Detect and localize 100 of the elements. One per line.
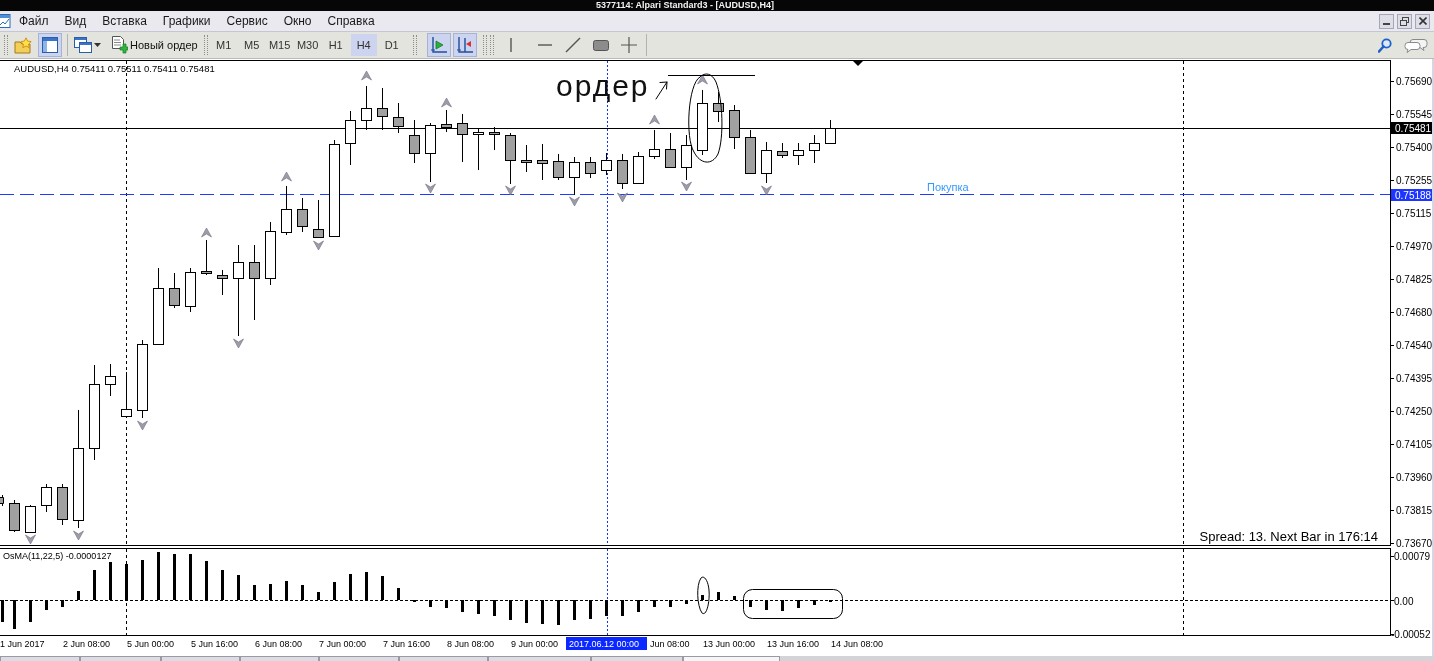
candlestick — [649, 129, 660, 160]
histogram-bar — [797, 600, 800, 608]
price-label: 0.75545 — [1396, 109, 1433, 120]
candlestick — [345, 110, 356, 166]
price-label: 0.74395 — [1396, 373, 1433, 384]
price-label: 0.74680 — [1396, 307, 1433, 318]
histogram-bar — [125, 564, 128, 600]
time-label: 5 Jun 00:00 — [127, 639, 175, 649]
time-label: 7 Jun 16:00 — [383, 639, 431, 649]
candlestick — [553, 153, 564, 181]
candlestick — [569, 156, 580, 196]
timeframe-tab[interactable]: M1 — [210, 34, 237, 56]
histogram-bar — [45, 600, 48, 610]
histogram-bar — [445, 600, 448, 608]
search-icon[interactable] — [1378, 37, 1392, 53]
candlestick — [745, 129, 756, 175]
candlestick — [281, 185, 292, 236]
histogram-bar — [813, 600, 816, 605]
timeframe-tab[interactable]: H4 — [350, 34, 377, 56]
timeframe-tab[interactable]: M15 — [266, 34, 293, 56]
menu-item[interactable]: Файл — [11, 12, 57, 30]
menu-item[interactable]: Окно — [275, 12, 320, 30]
histogram-bar — [717, 592, 720, 600]
crosshair-icon[interactable] — [620, 37, 637, 53]
histogram-bar — [605, 600, 608, 616]
candlestick — [809, 134, 820, 164]
chart-tab[interactable] — [319, 656, 399, 661]
candlestick — [393, 102, 404, 134]
candlestick — [425, 122, 436, 183]
candlestick — [201, 239, 212, 276]
indicator-scale-label: 0.00079 — [1394, 551, 1431, 562]
trendline-icon[interactable] — [564, 37, 581, 53]
time-label: 6 Jun 08:00 — [255, 639, 303, 649]
indicator-scale-label: -0.00052 — [1391, 629, 1431, 640]
restore-button[interactable] — [1397, 13, 1412, 29]
candlestick — [313, 199, 324, 239]
menu-item[interactable]: Вставка — [94, 12, 155, 30]
chart-tab[interactable] — [399, 656, 488, 661]
menu-item[interactable]: Справка — [319, 12, 383, 30]
toggle-button[interactable] — [452, 33, 477, 57]
chart-tab[interactable] — [591, 656, 683, 661]
chat-icon[interactable] — [1404, 37, 1428, 53]
menu-item[interactable]: Вид — [56, 12, 95, 30]
toggle-button[interactable] — [426, 33, 451, 57]
close-button[interactable] — [1415, 13, 1430, 29]
price-label: 0.75690 — [1396, 76, 1433, 87]
arrowhead-down-icon — [505, 185, 516, 196]
menu-item[interactable]: Сервис — [218, 12, 276, 30]
candlestick — [41, 483, 52, 513]
histogram-bar — [429, 600, 432, 607]
candlestick — [105, 363, 116, 397]
chart-tab[interactable] — [0, 656, 80, 661]
histogram-bar — [525, 600, 528, 623]
price-label: 0.74970 — [1396, 241, 1433, 252]
timeframe-tab[interactable]: M5 — [238, 34, 265, 56]
candlestick — [217, 269, 228, 296]
histogram-bar — [253, 585, 256, 600]
candlestick — [265, 221, 276, 286]
handwritten-note: ордер — [556, 69, 650, 102]
timeframe-tab[interactable]: H1 — [322, 34, 349, 56]
chart-tab[interactable] — [161, 656, 240, 661]
arrowhead-down-icon — [569, 196, 580, 207]
arrowhead-down-icon — [681, 181, 692, 192]
histogram-bar — [589, 600, 592, 619]
histogram-bar — [669, 600, 672, 607]
freehand-arrow — [655, 81, 668, 100]
histogram-bar — [349, 574, 352, 600]
app-icon[interactable] — [0, 13, 11, 29]
chart-tab[interactable] — [80, 656, 161, 661]
time-label: 13 Jun 16:00 — [767, 639, 820, 649]
candlestick — [713, 91, 724, 123]
minimize-icon — [1383, 23, 1390, 25]
arrowhead-down-icon — [73, 530, 84, 541]
time-label: 9 Jun 00:00 — [511, 639, 559, 649]
minimize-button[interactable] — [1379, 13, 1394, 29]
time-label: Jun 08:00 — [650, 639, 690, 649]
chart-tab[interactable] — [240, 656, 319, 661]
timeframe-tab[interactable]: D1 — [378, 34, 405, 56]
menu-item[interactable]: Графики — [154, 12, 219, 30]
order-line-label: Покупка — [927, 181, 969, 193]
toggle-button[interactable] — [38, 33, 62, 57]
close-icon — [1418, 17, 1427, 25]
windows-icon — [74, 37, 92, 53]
candlestick — [9, 499, 20, 533]
candlestick — [729, 104, 740, 150]
new-order-button[interactable]: Новый ордер — [108, 33, 201, 57]
timeframe-tab[interactable]: M30 — [294, 34, 321, 56]
candlestick — [521, 144, 532, 173]
cursor-time-label: 2017.06.12 00:00 — [566, 637, 647, 650]
chart-tab[interactable] — [488, 656, 591, 661]
histogram-bar — [509, 600, 512, 620]
histogram-bar — [397, 588, 400, 600]
histogram-bar — [317, 592, 320, 600]
candlestick — [697, 89, 708, 156]
rectangle-icon[interactable] — [592, 39, 609, 51]
candlestick — [761, 141, 772, 184]
time-label: 7 Jun 00:00 — [319, 639, 367, 649]
price-label: 0.75400 — [1396, 142, 1433, 153]
chart-tab[interactable] — [683, 656, 780, 661]
histogram-bar — [269, 584, 272, 600]
